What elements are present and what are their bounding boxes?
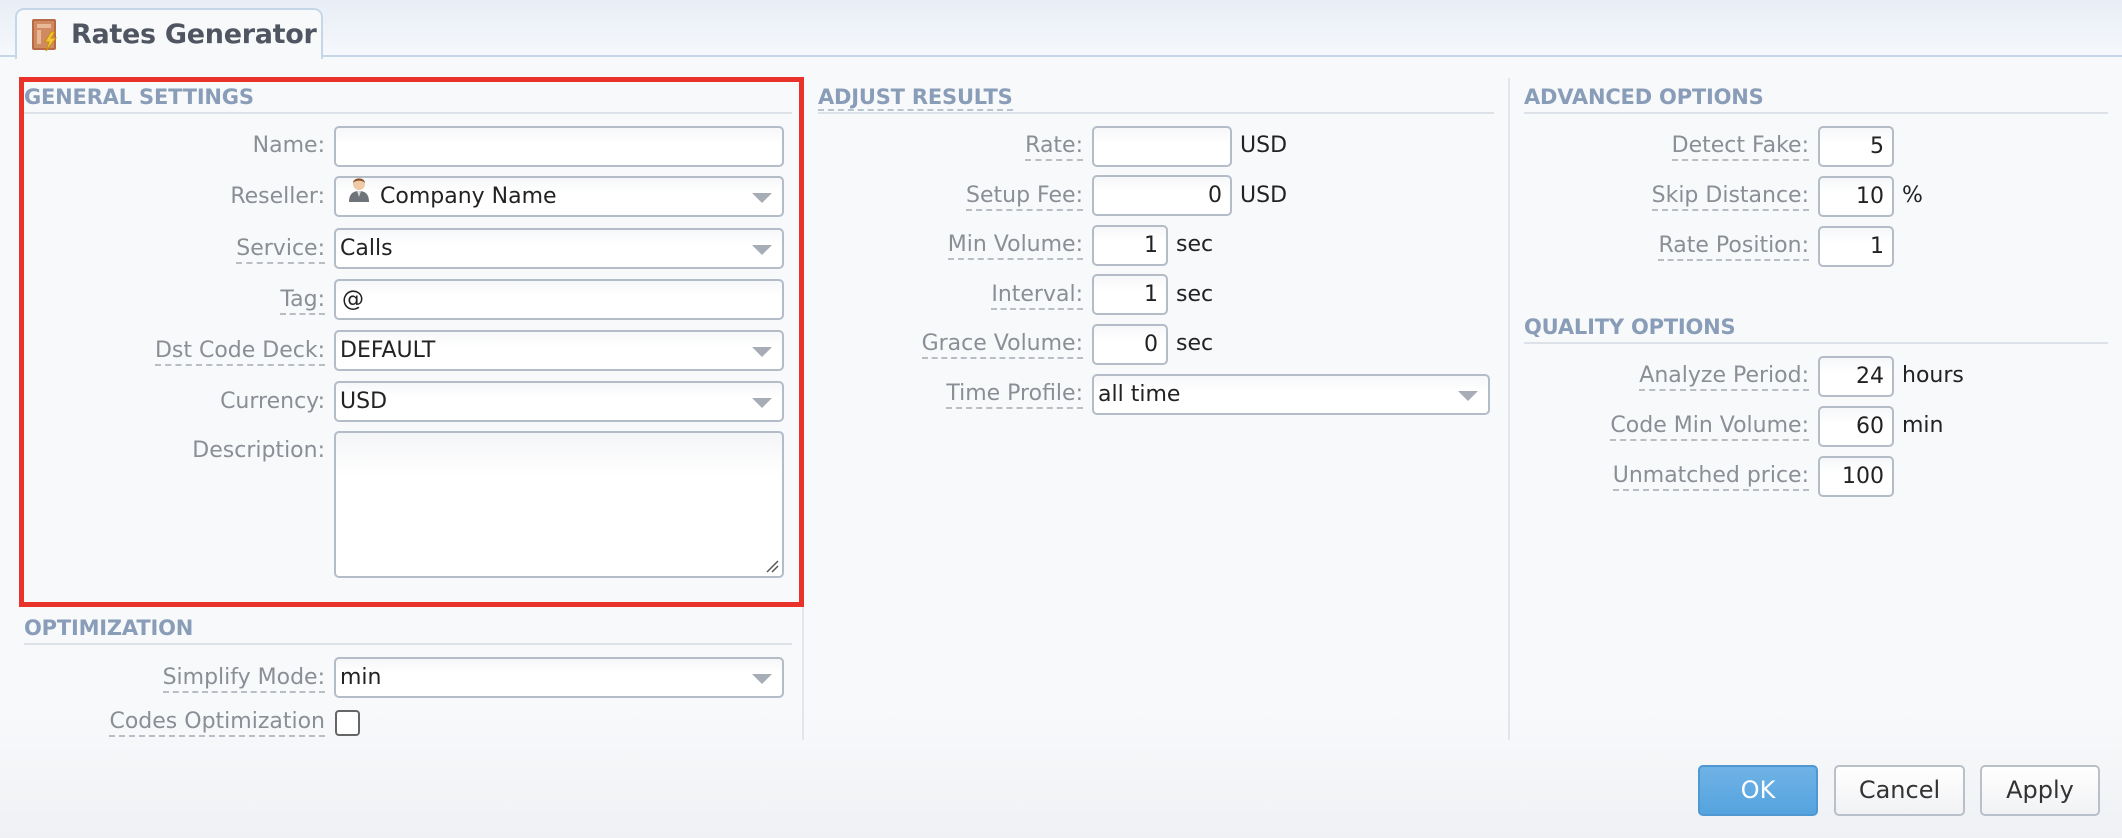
- adjust-results-title: ADJUST RESULTS: [818, 85, 1013, 111]
- setup-fee-unit: USD: [1240, 183, 1288, 208]
- advanced-options-title: ADVANCED OPTIONS: [1524, 85, 1764, 109]
- quality-options-divider: [1524, 342, 2108, 344]
- column-divider-right: [1508, 78, 1510, 740]
- setup-fee-input[interactable]: 0: [1092, 175, 1232, 216]
- rate-label: Rate:: [1025, 133, 1083, 161]
- unmatched-price-input[interactable]: 100: [1818, 456, 1894, 497]
- quality-options-title: QUALITY OPTIONS: [1524, 315, 1736, 339]
- dst-code-deck-value: DEFAULT: [340, 338, 436, 363]
- time-profile-select[interactable]: all time: [1092, 374, 1490, 415]
- currency-select[interactable]: USD: [334, 381, 784, 422]
- optimization-title: OPTIMIZATION: [24, 616, 194, 640]
- codes-optimization-checkbox[interactable]: [335, 710, 360, 736]
- simplify-mode-label: Simplify Mode:: [162, 665, 325, 693]
- reseller-label: Reseller:: [230, 184, 325, 209]
- detect-fake-input[interactable]: 5: [1818, 126, 1894, 167]
- general-settings-title: GENERAL SETTINGS: [24, 85, 254, 109]
- service-select[interactable]: Calls: [334, 228, 784, 269]
- dst-code-deck-label: Dst Code Deck:: [154, 338, 325, 366]
- analyze-period-unit: hours: [1902, 363, 1964, 388]
- analyze-period-input[interactable]: 24: [1818, 356, 1894, 397]
- rate-position-label: Rate Position:: [1658, 233, 1809, 261]
- general-settings-divider: [24, 112, 792, 114]
- currency-label: Currency:: [220, 389, 325, 414]
- skip-distance-input[interactable]: 10: [1818, 176, 1894, 217]
- grace-volume-input[interactable]: 0: [1092, 324, 1168, 365]
- simplify-mode-value: min: [340, 665, 382, 690]
- analyze-period-label: Analyze Period:: [1639, 363, 1809, 391]
- min-volume-input[interactable]: 1: [1092, 225, 1168, 266]
- chevron-down-icon: [752, 347, 772, 357]
- time-profile-label: Time Profile:: [946, 381, 1083, 409]
- rate-position-input[interactable]: 1: [1818, 226, 1894, 267]
- dst-code-deck-select[interactable]: DEFAULT: [334, 330, 784, 371]
- skip-distance-label: Skip Distance:: [1651, 183, 1809, 211]
- description-label: Description:: [192, 438, 325, 463]
- chevron-down-icon: [752, 674, 772, 684]
- interval-label: Interval:: [991, 282, 1083, 310]
- code-min-volume-label: Code Min Volume:: [1610, 413, 1809, 441]
- rate-input[interactable]: [1092, 126, 1232, 167]
- optimization-divider: [24, 643, 792, 645]
- ok-button[interactable]: OK: [1698, 765, 1818, 816]
- tab-rates-generator[interactable]: Rates Generator: [15, 8, 323, 59]
- code-min-volume-unit: min: [1902, 413, 1944, 438]
- user-avatar-icon: [346, 178, 372, 215]
- reseller-select[interactable]: Company Name: [334, 176, 784, 217]
- skip-distance-unit: %: [1902, 183, 1923, 208]
- rate-unit: USD: [1240, 133, 1288, 158]
- name-input[interactable]: [334, 126, 784, 167]
- description-textarea[interactable]: [334, 431, 784, 578]
- min-volume-unit: sec: [1176, 232, 1214, 257]
- column-divider-left: [802, 607, 804, 740]
- adjust-results-divider: [818, 112, 1494, 114]
- chevron-down-icon: [752, 245, 772, 255]
- resize-grip-icon[interactable]: [765, 559, 779, 573]
- service-value: Calls: [340, 236, 393, 261]
- service-label: Service:: [236, 236, 325, 264]
- chevron-down-icon: [752, 193, 772, 203]
- simplify-mode-select[interactable]: min: [334, 657, 784, 698]
- grace-volume-label: Grace Volume:: [921, 331, 1083, 359]
- rates-generator-icon: [31, 18, 61, 52]
- tag-label: Tag:: [280, 287, 325, 315]
- tag-input[interactable]: @: [334, 279, 784, 320]
- apply-button[interactable]: Apply: [1980, 765, 2100, 816]
- chevron-down-icon: [1458, 391, 1478, 401]
- advanced-options-divider: [1524, 112, 2108, 114]
- detect-fake-label: Detect Fake:: [1671, 133, 1809, 161]
- chevron-down-icon: [752, 398, 772, 408]
- time-profile-value: all time: [1098, 382, 1181, 407]
- cancel-button[interactable]: Cancel: [1834, 765, 1965, 816]
- tab-title: Rates Generator: [71, 19, 317, 50]
- unmatched-price-label: Unmatched price:: [1612, 463, 1809, 491]
- min-volume-label: Min Volume:: [947, 232, 1083, 260]
- code-min-volume-input[interactable]: 60: [1818, 406, 1894, 447]
- interval-unit: sec: [1176, 282, 1214, 307]
- interval-input[interactable]: 1: [1092, 274, 1168, 315]
- currency-value: USD: [340, 389, 388, 414]
- name-label: Name:: [252, 133, 325, 158]
- setup-fee-label: Setup Fee:: [966, 183, 1083, 211]
- codes-optimization-label: Codes Optimization: [109, 709, 325, 737]
- reseller-value: Company Name: [380, 184, 557, 209]
- grace-volume-unit: sec: [1176, 331, 1214, 356]
